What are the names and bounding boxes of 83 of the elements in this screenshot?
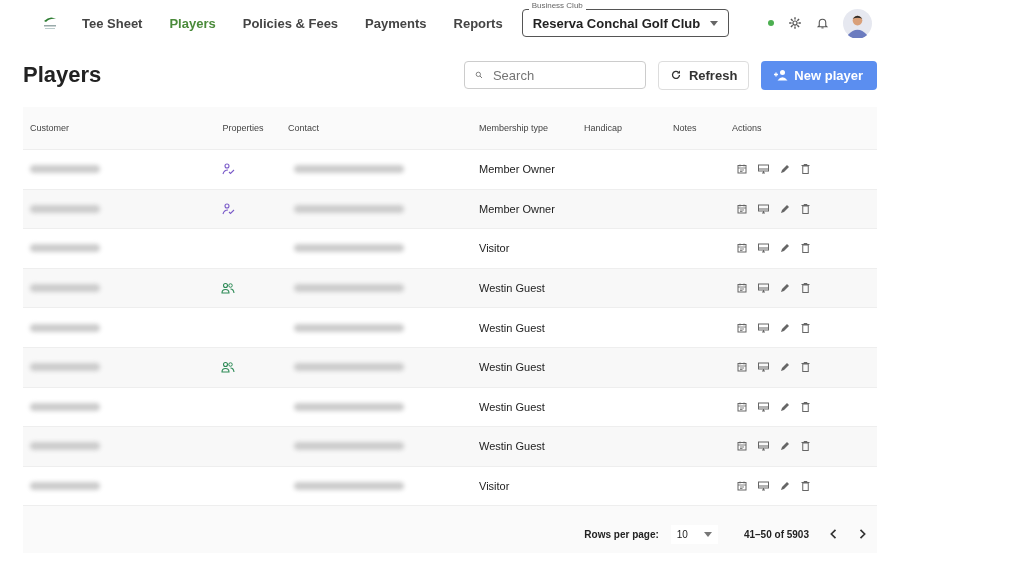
table-cell: Visitor [479,480,510,493]
column-header: Contact [287,123,321,133]
column-header: Properties [221,123,265,133]
redacted-name [30,402,100,411]
nav-link[interactable]: Policies & Fees [242,15,339,31]
nav-link[interactable]: Players [169,15,216,31]
monitor-icon[interactable] [758,283,769,294]
redacted-name [30,442,100,451]
delete-icon[interactable] [801,362,810,373]
table-cell: Westin Guest [479,361,545,374]
calendar-icon[interactable] [737,164,747,175]
calendar-icon[interactable] [737,322,747,333]
edit-icon[interactable] [780,322,790,333]
calendar-icon[interactable] [737,283,747,294]
table-cell: Visitor [479,242,510,255]
edit-icon[interactable] [780,362,790,373]
calendar-icon[interactable] [737,481,747,492]
page-range: 41–50 of 5903 [743,528,809,540]
calendar-icon[interactable] [737,243,747,254]
redacted-name [30,482,100,491]
column-header: Handicap [583,123,624,133]
redacted-name [30,204,100,213]
delete-icon[interactable] [801,164,810,175]
nav-link[interactable]: Tee Sheet [82,15,143,31]
monitor-icon[interactable] [758,481,769,492]
table-cell: Westin Guest [479,400,545,413]
delete-icon[interactable] [801,203,810,214]
avatar[interactable] [843,8,872,38]
rows-per-page-label: Rows per page: [584,528,659,540]
edit-icon[interactable] [780,243,790,254]
previous-page-icon[interactable] [829,529,837,539]
delete-icon[interactable] [801,322,810,333]
column-header: Customer [29,123,70,133]
settings-icon[interactable] [788,16,802,30]
delete-icon[interactable] [801,481,810,492]
delete-icon[interactable] [801,243,810,254]
monitor-icon[interactable] [758,243,769,254]
delete-icon[interactable] [801,401,810,412]
edit-icon[interactable] [780,164,790,175]
calendar-icon[interactable] [737,401,747,412]
table-cell: Westin Guest [479,440,545,453]
field-label: Business Club [528,1,586,11]
bell-icon[interactable] [816,16,829,30]
redacted-name [30,323,100,332]
monitor-icon[interactable] [758,322,769,333]
monitor-icon[interactable] [758,164,769,175]
calendar-icon[interactable] [737,362,747,373]
refresh-button[interactable]: Refresh [657,60,750,90]
edit-icon[interactable] [780,283,790,294]
column-header: Membership type [478,123,550,133]
redacted-name [30,165,100,174]
edit-icon[interactable] [780,481,790,492]
monitor-icon[interactable] [758,401,769,412]
rows-per-page-select[interactable]: 10 [670,524,718,544]
nav-link[interactable]: Payments [365,15,427,31]
monitor-icon[interactable] [758,362,769,373]
next-page-icon[interactable] [859,529,867,539]
caret-icon [703,531,712,537]
refresh-icon [669,69,682,81]
nav-link[interactable]: Reports [453,15,503,31]
delete-icon[interactable] [801,441,810,452]
delete-icon[interactable] [801,283,810,294]
edit-icon[interactable] [780,203,790,214]
column-header: Notes [672,123,698,133]
select-value: Reserva Conchal Golf Club [532,15,701,31]
caret-icon [710,20,719,26]
calendar-icon[interactable] [737,203,747,214]
redacted-name [30,363,100,372]
redacted-name [30,284,100,293]
monitor-icon[interactable] [758,441,769,452]
calendar-icon[interactable] [737,441,747,452]
table-cell: Member Owner [479,163,555,176]
monitor-icon[interactable] [758,203,769,214]
table-cell: Westin Guest [479,282,545,295]
edit-icon[interactable] [780,441,790,452]
page-title: Players [23,62,102,88]
table-cell: Member Owner [479,202,555,215]
edit-icon[interactable] [780,401,790,412]
column-header: Actions [731,123,763,133]
redacted-name [30,244,100,253]
add-person-icon [773,69,789,81]
table-cell: Westin Guest [479,321,545,334]
search-field[interactable]: Search [463,61,646,89]
